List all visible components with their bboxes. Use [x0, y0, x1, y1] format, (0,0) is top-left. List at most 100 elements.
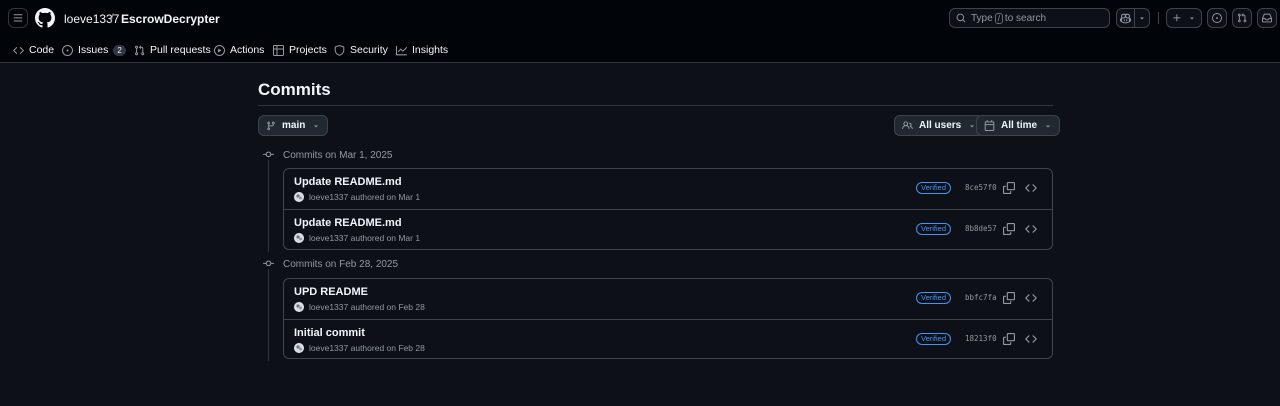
commit-author-link[interactable]: loeve1337	[309, 192, 348, 202]
verified-badge[interactable]: Verified	[916, 292, 952, 304]
triangle-down-icon	[1046, 125, 1050, 127]
commit-message-link[interactable]: Update README.md	[294, 217, 402, 229]
users-filter-button[interactable]: All users	[894, 115, 985, 136]
tab-label: Projects	[289, 44, 327, 56]
breadcrumb-separator: /	[110, 11, 114, 26]
search-shortcut-key: /	[994, 12, 1003, 24]
graph-icon	[396, 45, 407, 55]
triangle-down-icon	[1190, 17, 1194, 20]
global-header: loeve1337 / EscrowDecrypter Type / to se…	[0, 0, 1280, 63]
tab-security[interactable]: Security	[334, 42, 388, 58]
title-divider	[258, 105, 1053, 106]
browse-code-icon[interactable]	[1025, 292, 1037, 304]
copy-icon[interactable]	[1003, 223, 1015, 235]
people-icon	[902, 121, 913, 129]
three-bars-icon	[13, 14, 23, 22]
commit-group-heading: Commits on Mar 1, 2025	[283, 150, 393, 161]
commit-author-link[interactable]: loeve1337	[309, 343, 348, 353]
search-icon	[956, 13, 966, 23]
tab-pull-requests[interactable]: Pull requests	[134, 42, 211, 58]
tab-label: Pull requests	[150, 44, 211, 56]
inbox-button[interactable]	[1257, 8, 1277, 28]
code-icon	[13, 46, 24, 54]
copilot-icon	[1120, 13, 1131, 23]
menu-button[interactable]	[8, 8, 28, 28]
commit-date: authored on Mar 1	[350, 233, 421, 243]
github-logo-icon[interactable]	[35, 8, 55, 28]
commit-message-link[interactable]: UPD README	[294, 286, 368, 298]
commit-author-link[interactable]: loeve1337	[309, 302, 348, 312]
git-commit-icon	[263, 258, 274, 269]
git-branch-icon	[267, 121, 275, 130]
browse-code-icon[interactable]	[1025, 333, 1037, 345]
search-placeholder-suffix: to search	[1004, 12, 1047, 24]
search-input[interactable]: Type / to search	[949, 8, 1110, 28]
browse-code-icon[interactable]	[1025, 223, 1037, 235]
issues-shortcut-button[interactable]	[1207, 8, 1227, 28]
commit-author-line: loeve1337 authored on Mar 1	[309, 233, 420, 243]
avatar[interactable]	[294, 302, 304, 312]
table-icon	[273, 44, 284, 56]
copilot-dropdown-button[interactable]	[1134, 8, 1150, 28]
create-new-button[interactable]	[1166, 8, 1202, 28]
commit-sha-link[interactable]: 8ce57f0	[965, 183, 997, 192]
tab-issues[interactable]: Issues 2	[62, 42, 126, 58]
tab-code[interactable]: Code	[13, 42, 54, 58]
commit-list: UPD README loeve1337 authored on Feb 28 …	[283, 278, 1053, 359]
tab-actions[interactable]: Actions	[214, 42, 264, 58]
top-bar: loeve1337 / EscrowDecrypter Type / to se…	[0, 0, 1280, 36]
commit-sha-link[interactable]: 8b8de57	[965, 224, 997, 233]
commit-author-line: loeve1337 authored on Feb 28	[309, 302, 425, 312]
commit-row: Initial commit loeve1337 authored on Feb…	[284, 319, 1052, 358]
branch-select-button[interactable]: main	[258, 115, 329, 136]
commit-list: Update README.md loeve1337 authored on M…	[283, 168, 1053, 250]
commit-date: authored on Feb 28	[350, 302, 425, 312]
triangle-down-icon	[1140, 17, 1144, 20]
verified-badge[interactable]: Verified	[916, 333, 952, 345]
copy-icon[interactable]	[1003, 333, 1015, 345]
commit-message-link[interactable]: Initial commit	[294, 327, 365, 339]
commit-author-link[interactable]: loeve1337	[309, 233, 348, 243]
commit-sha-link[interactable]: 18213f0	[965, 334, 997, 343]
tab-insights[interactable]: Insights	[396, 42, 448, 58]
inbox-icon	[1262, 13, 1272, 23]
commit-date: authored on Mar 1	[350, 192, 421, 202]
tab-projects[interactable]: Projects	[273, 42, 327, 58]
breadcrumb-repo-link[interactable]: EscrowDecrypter	[121, 12, 220, 26]
issue-opened-icon	[1212, 13, 1222, 23]
timeline-line	[268, 160, 269, 252]
git-pull-request-icon	[135, 44, 145, 55]
browse-code-icon[interactable]	[1025, 182, 1037, 194]
page-title: Commits	[258, 80, 331, 99]
commit-date: authored on Feb 28	[350, 343, 425, 353]
issues-count-badge: 2	[113, 44, 126, 56]
avatar[interactable]	[294, 233, 304, 243]
commit-message-link[interactable]: Update README.md	[294, 176, 402, 188]
timeline-line	[268, 269, 269, 361]
avatar[interactable]	[294, 343, 304, 353]
copilot-button[interactable]	[1116, 8, 1135, 28]
commit-row: UPD README loeve1337 authored on Feb 28 …	[284, 279, 1052, 319]
tab-label: Insights	[412, 44, 449, 56]
shield-icon	[334, 44, 345, 56]
branch-label: main	[282, 120, 306, 131]
calendar-icon	[984, 120, 995, 131]
triangle-down-icon	[314, 125, 319, 127]
commit-group-heading: Commits on Feb 28, 2025	[283, 259, 399, 270]
pull-requests-shortcut-button[interactable]	[1232, 8, 1252, 28]
time-filter-button[interactable]: All time	[976, 115, 1061, 136]
commit-sha-link[interactable]: bbfc7fa	[965, 293, 997, 302]
commit-row: Update README.md loeve1337 authored on M…	[284, 209, 1052, 249]
verified-badge[interactable]: Verified	[916, 182, 952, 194]
copy-icon[interactable]	[1003, 182, 1015, 194]
verified-badge[interactable]: Verified	[916, 223, 952, 235]
avatar[interactable]	[294, 192, 304, 202]
copy-icon[interactable]	[1003, 292, 1015, 304]
tab-label: Actions	[230, 44, 265, 56]
git-pull-request-icon	[1237, 13, 1247, 23]
tab-label: Code	[29, 44, 55, 56]
commit-author-line: loeve1337 authored on Feb 28	[309, 343, 425, 353]
header-divider	[1158, 12, 1159, 24]
tab-label: Issues	[78, 44, 109, 56]
issue-opened-icon	[62, 44, 73, 56]
